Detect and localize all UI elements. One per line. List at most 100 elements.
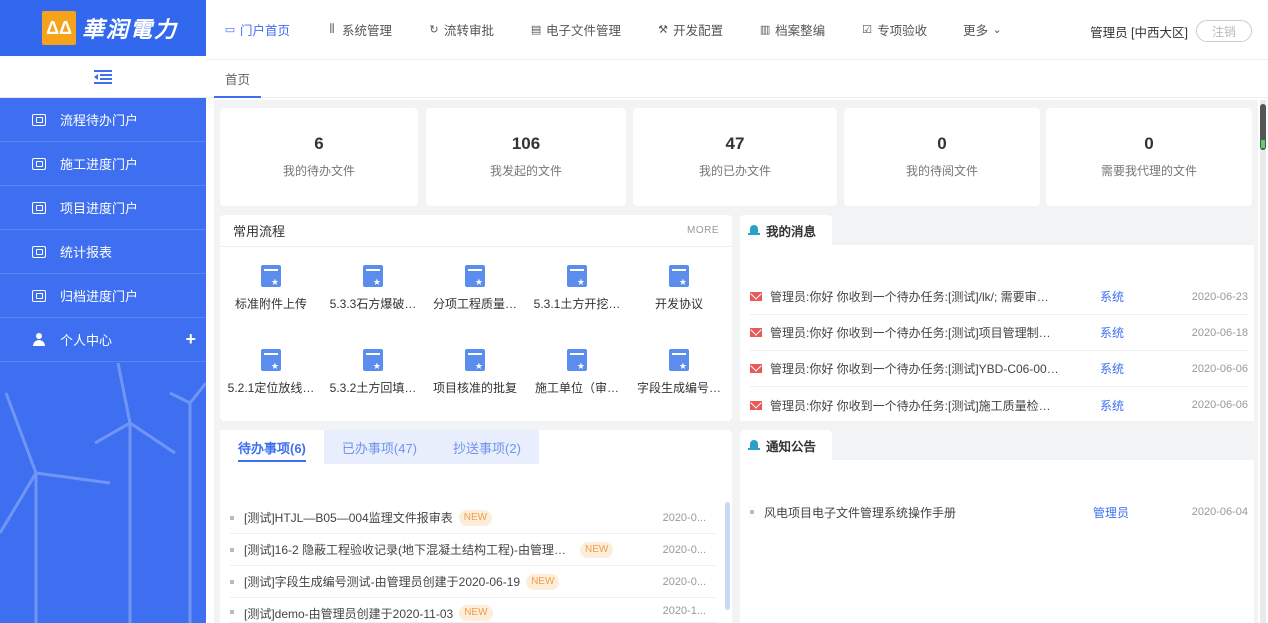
notices-tab[interactable]: 通知公告 — [740, 430, 833, 460]
bullet-icon — [750, 510, 754, 514]
tasks-scrollbar[interactable] — [725, 502, 730, 610]
expand-plus-icon[interactable]: + — [185, 329, 196, 350]
flow-item[interactable]: 开发协议 — [628, 265, 730, 312]
archive-icon: ▥ — [759, 24, 771, 36]
tasks-tab-bar: 待办事项(6) 已办事项(47) 抄送事项(2) — [220, 430, 539, 464]
nav-label: 专项验收 — [877, 24, 928, 38]
task-row[interactable]: [测试]HTJL—B05—004监理文件报审表 NEW 2020-0... — [230, 502, 716, 534]
sliders-icon: ⫼ — [329, 23, 335, 35]
task-row[interactable]: [测试]16-2 隐蔽工程验收记录(地下混凝土结构工程)-由管理员... NEW… — [230, 534, 716, 566]
document-star-icon — [363, 349, 383, 371]
scrollbar-grip-icon — [1261, 140, 1265, 148]
tab-home[interactable]: 首页 — [214, 60, 262, 98]
message-row[interactable]: 管理员:你好 你收到一个待办任务:[测试]/lk/; 需要审批,... 系统 2… — [750, 279, 1248, 315]
common-flows-panel: 常用流程 MORE 标准附件上传 5.3.3石方爆破… 分项工程质量… 5.3.… — [220, 215, 732, 421]
nav-label: 开发配置 — [673, 24, 724, 38]
flow-item[interactable]: 标准附件上传 — [220, 265, 322, 312]
logo[interactable]: ΔΔ 華润電力 — [0, 0, 206, 56]
message-date: 2020-06-18 — [1191, 326, 1248, 339]
bullet-icon — [230, 547, 234, 552]
tab-cc[interactable]: 抄送事项(2) — [435, 430, 539, 464]
flow-label: 5.3.3石方爆破… — [329, 297, 417, 311]
task-row[interactable]: [测试]demo-由管理员创建于2020-11-03 NEW 2020-1... — [230, 598, 716, 623]
flow-item[interactable]: 项目核准的批复 — [424, 349, 526, 396]
monitor-icon — [32, 157, 46, 170]
stat-card-my-initiated[interactable]: 106 我发起的文件 — [426, 108, 626, 206]
notice-source[interactable]: 管理员 — [1093, 504, 1129, 521]
messages-panel: 我的消息 管理员:你好 你收到一个待办任务:[测试]/lk/; 需要审批,...… — [740, 215, 1254, 421]
tab-done[interactable]: 已办事项(47) — [323, 430, 436, 464]
message-row[interactable]: 管理员:你好 你收到一个待办任务:[测试]项目管理制度 ... 系统 2020-… — [750, 315, 1248, 351]
mail-icon — [750, 328, 762, 337]
nav-item-special-acceptance[interactable]: ☑ 专项验收 — [843, 0, 945, 60]
flow-item[interactable]: 分项工程质量… — [424, 265, 526, 312]
nav-item-system-management[interactable]: ⫼ 系统管理 — [308, 0, 410, 60]
stat-label: 我的已办文件 — [698, 164, 771, 178]
user-area: 管理员 [中西大区] 注销 — [1090, 20, 1252, 42]
stat-card-my-done[interactable]: 47 我的已办文件 — [633, 108, 837, 206]
flow-item[interactable]: 5.3.2土方回填… — [322, 349, 424, 396]
flow-label: 项目核准的批复 — [432, 381, 517, 395]
flow-item[interactable]: 字段生成编号… — [628, 349, 730, 396]
mail-icon — [750, 364, 762, 373]
sidebar-item-reports[interactable]: 统计报表 — [0, 230, 206, 274]
messages-tab[interactable]: 我的消息 — [740, 215, 833, 245]
stat-card-my-to-read[interactable]: 0 我的待阅文件 — [844, 108, 1040, 206]
stat-label: 需要我代理的文件 — [1100, 164, 1197, 178]
nav-item-e-document[interactable]: ▤ 电子文件管理 — [512, 0, 639, 60]
flow-item[interactable]: 施工单位（审… — [526, 349, 628, 396]
nav-item-dev-config[interactable]: ⚒ 开发配置 — [639, 0, 741, 60]
nav-item-portal-home[interactable]: ▭ 门户首页 — [206, 0, 308, 60]
message-date: 2020-06-23 — [1191, 290, 1248, 303]
document-star-icon — [669, 265, 689, 287]
sidebar-item-archive-portal[interactable]: 归档进度门户 — [0, 274, 206, 318]
flow-item[interactable]: 5.3.3石方爆破… — [322, 265, 424, 312]
sidebar-item-construction-portal[interactable]: 施工进度门户 — [0, 142, 206, 186]
nav-item-more[interactable]: 更多 ⌄ — [945, 0, 1021, 60]
nav-item-approval-flow[interactable]: ↻ 流转审批 — [410, 0, 512, 60]
task-title: [测试]HTJL—B05—004监理文件报审表 — [244, 511, 453, 525]
message-source[interactable]: 系统 — [1100, 288, 1124, 305]
tab-todo[interactable]: 待办事项(6) — [220, 430, 324, 464]
nav-label: 系统管理 — [342, 24, 393, 38]
nav-item-archive-compile[interactable]: ▥ 档案整编 — [741, 0, 843, 60]
message-source[interactable]: 系统 — [1100, 360, 1124, 377]
mail-icon — [750, 400, 762, 410]
sidebar-collapse-button[interactable] — [0, 56, 206, 98]
flow-label: 标准附件上传 — [234, 297, 307, 311]
monitor-icon: ▭ — [224, 24, 236, 36]
flow-label: 施工单位（审… — [534, 381, 619, 395]
stat-card-need-proxy[interactable]: 0 需要我代理的文件 — [1046, 108, 1252, 206]
flow-item[interactable]: 5.2.1定位放线… — [220, 349, 322, 396]
flow-item[interactable]: 5.3.1土方开挖… — [526, 265, 628, 312]
sidebar-item-project-portal[interactable]: 项目进度门户 — [0, 186, 206, 230]
logout-button[interactable]: 注销 — [1196, 20, 1252, 42]
task-row[interactable]: [测试]字段生成编号测试-由管理员创建于2020-06-19 NEW 2020-… — [230, 566, 716, 598]
message-row[interactable]: 管理员:你好 你收到一个待办任务:[测试]YBD-C06-001... 系统 2… — [750, 351, 1248, 387]
document-star-icon — [465, 265, 485, 287]
bullet-icon — [230, 515, 234, 520]
current-user-name: 管理员 [中西大区] — [1090, 25, 1188, 40]
document-star-icon — [669, 349, 689, 371]
stat-value: 47 — [725, 134, 745, 153]
bell-icon — [748, 224, 760, 236]
page-scrollbar-track[interactable] — [1260, 100, 1266, 623]
stat-value: 106 — [511, 134, 541, 153]
nav-label: 更多 — [963, 24, 989, 38]
document-star-icon — [465, 349, 485, 371]
notice-row[interactable]: 风电项目电子文件管理系统操作手册 管理员 2020-06-04 — [750, 494, 1248, 530]
notices-panel: 通知公告 风电项目电子文件管理系统操作手册 管理员 2020-06-04 — [740, 430, 1254, 623]
monitor-icon — [32, 289, 46, 302]
message-source[interactable]: 系统 — [1100, 324, 1124, 341]
stat-card-my-todo[interactable]: 6 我的待办文件 — [220, 108, 418, 206]
more-link[interactable]: MORE — [687, 225, 719, 236]
sidebar-item-personal-center[interactable]: 个人中心 + — [0, 318, 206, 362]
message-text: 管理员:你好 你收到一个待办任务:[测试]施工质量检验... — [770, 398, 1060, 413]
monitor-icon — [32, 113, 46, 126]
new-badge: NEW — [458, 509, 493, 526]
sidebar-item-process-portal[interactable]: 流程待办门户 — [0, 98, 206, 142]
message-source[interactable]: 系统 — [1100, 397, 1124, 414]
message-row[interactable]: 管理员:你好 你收到一个待办任务:[测试]施工质量检验... 系统 2020-0… — [750, 387, 1248, 423]
bullet-icon — [230, 610, 234, 614]
refresh-icon: ↻ — [429, 24, 439, 36]
